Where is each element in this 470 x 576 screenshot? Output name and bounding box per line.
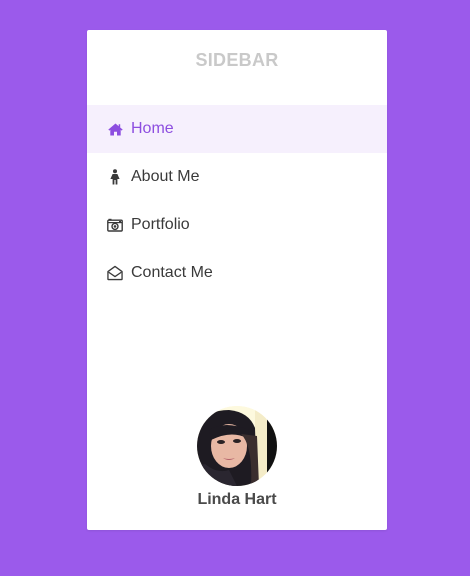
sidebar-item-contact-me[interactable]: Contact Me <box>87 249 387 297</box>
sidebar-panel: SIDEBAR Home About Me Portfolio Contact … <box>87 30 387 530</box>
envelope-open-icon <box>107 265 123 281</box>
avatar[interactable] <box>197 406 277 486</box>
sidebar-item-portfolio[interactable]: Portfolio <box>87 201 387 249</box>
sidebar-item-label: Portfolio <box>131 216 190 233</box>
sidebar-nav: Home About Me Portfolio Contact Me <box>87 105 387 297</box>
sidebar-item-about-me[interactable]: About Me <box>87 153 387 201</box>
sidebar-item-label: Home <box>131 120 174 137</box>
sidebar-title: SIDEBAR <box>195 50 279 70</box>
sidebar-item-label: About Me <box>131 168 200 185</box>
home-icon <box>107 121 123 137</box>
profile-section: Linda Hart <box>87 406 387 509</box>
person-icon <box>107 169 123 185</box>
profile-name: Linda Hart <box>197 491 277 508</box>
sidebar-item-home[interactable]: Home <box>87 105 387 153</box>
sidebar-item-label: Contact Me <box>131 264 213 281</box>
camera-icon <box>107 217 123 233</box>
